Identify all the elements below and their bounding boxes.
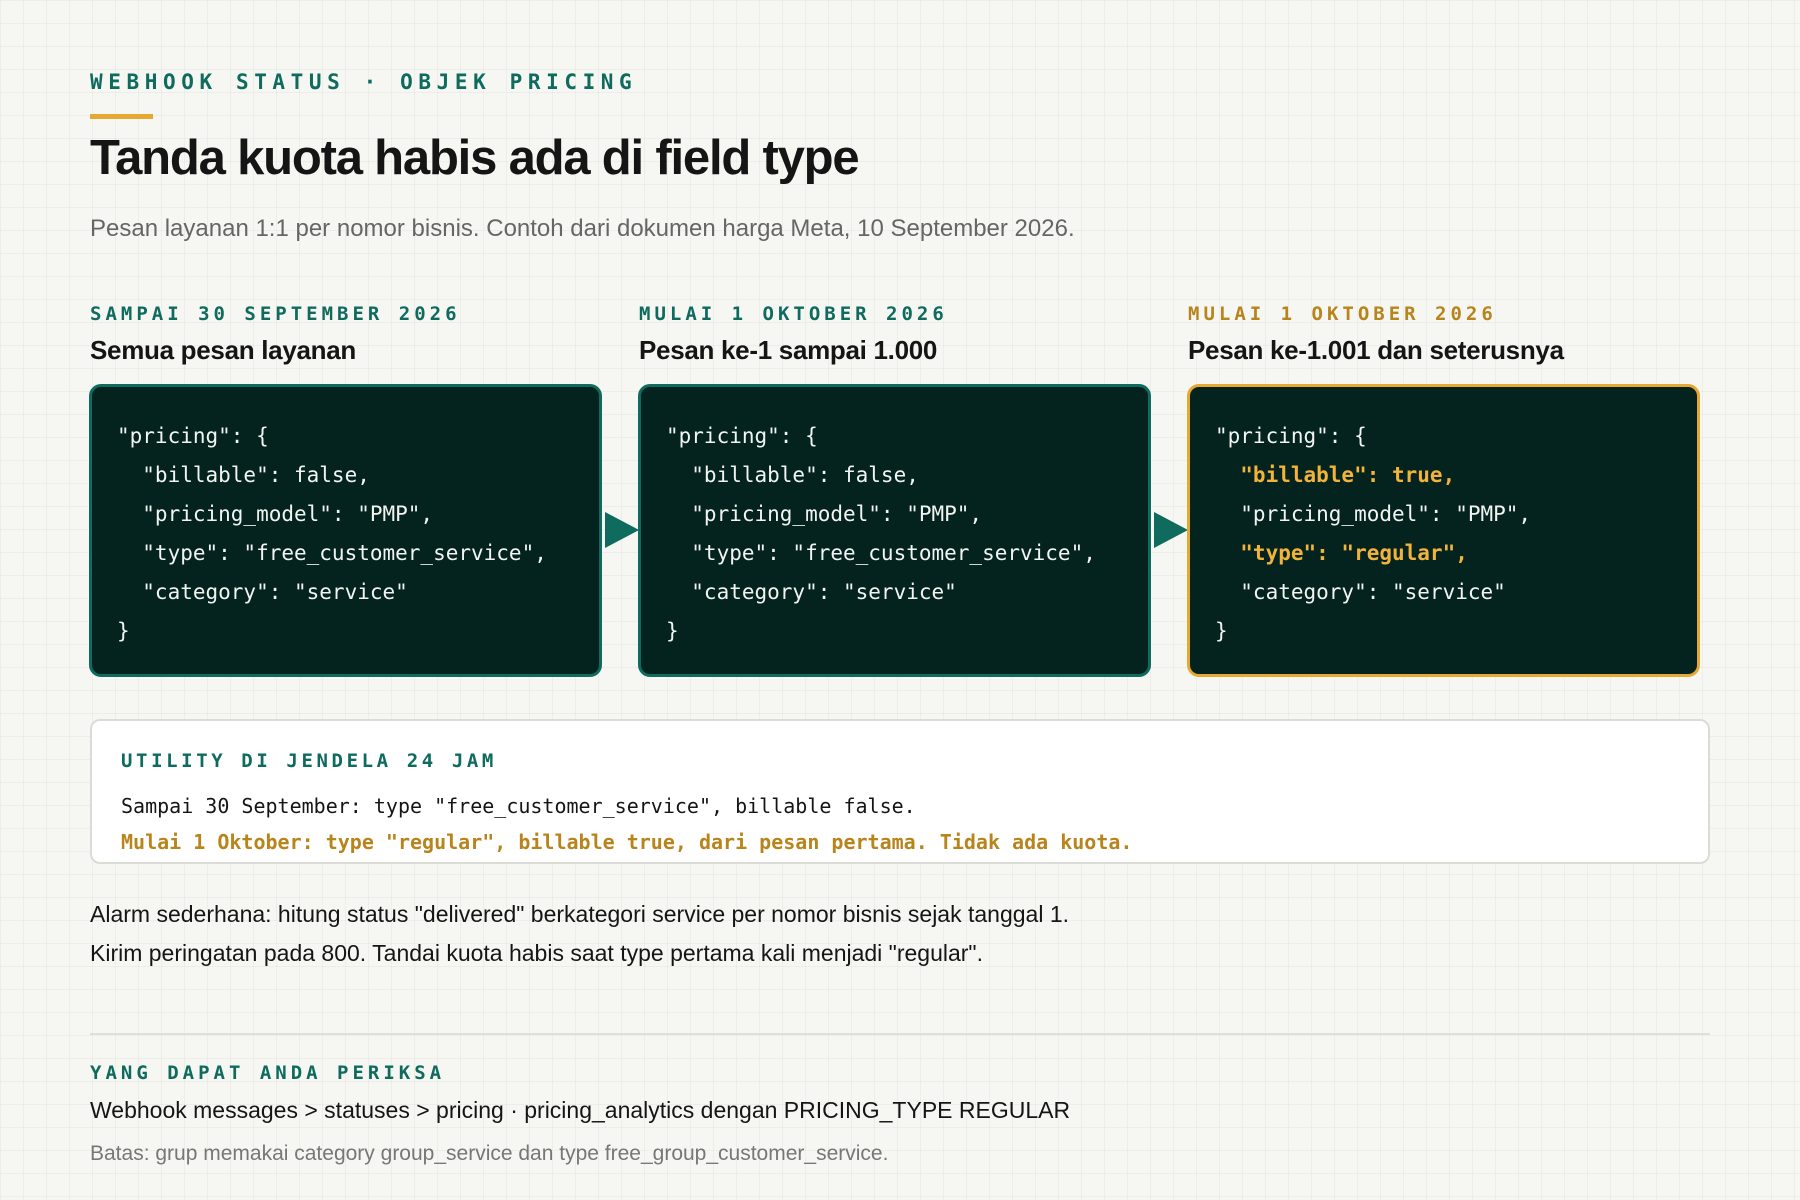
column-2-heading: Pesan ke-1 sampai 1.000 xyxy=(639,335,938,365)
code-line: } xyxy=(1215,619,1228,643)
code-line: "pricing_model": "PMP", xyxy=(1215,502,1532,526)
alarm-text-line-2: Kirim peringatan pada 800. Tandai kuota … xyxy=(90,940,983,966)
column-3-heading: Pesan ke-1.001 dan seterusnya xyxy=(1188,335,1564,365)
code-line: "pricing": { xyxy=(1215,424,1367,448)
note-line-2: Mulai 1 Oktober: type "regular", billabl… xyxy=(121,830,1133,854)
check-title: YANG DAPAT ANDA PERIKSA xyxy=(90,1062,446,1084)
code-line: "pricing_model": "PMP", xyxy=(666,502,983,526)
code-card-3: "pricing": { "billable": true, "pricing_… xyxy=(1187,384,1700,677)
eyebrow-label: WEBHOOK STATUS · OBJEK PRICING xyxy=(90,70,638,94)
utility-note-box: UTILITY DI JENDELA 24 JAM Sampai 30 Sept… xyxy=(90,719,1710,864)
code-line: } xyxy=(117,619,130,643)
limit-note: Batas: grup memakai category group_servi… xyxy=(90,1142,889,1165)
page-title: Tanda kuota habis ada di field type xyxy=(90,131,860,185)
note-title: UTILITY DI JENDELA 24 JAM xyxy=(121,750,497,772)
code-line: "billable": false, xyxy=(666,463,919,487)
page-subtitle: Pesan layanan 1:1 per nomor bisnis. Cont… xyxy=(90,215,1075,242)
code-line: "billable": false, xyxy=(117,463,370,487)
code-line: "category": "service" xyxy=(117,580,408,604)
column-3-date: MULAI 1 OKTOBER 2026 xyxy=(1188,303,1497,325)
code-card-1: "pricing": { "billable": false, "pricing… xyxy=(89,384,602,677)
column-2-date: MULAI 1 OKTOBER 2026 xyxy=(639,303,948,325)
note-line-1: Sampai 30 September: type "free_customer… xyxy=(121,794,916,818)
column-1-date: SAMPAI 30 SEPTEMBER 2026 xyxy=(90,303,461,325)
code-line: } xyxy=(666,619,679,643)
code-line-highlight: "billable": true, xyxy=(1215,463,1456,487)
divider xyxy=(90,1033,1710,1035)
arrow-right-icon xyxy=(1154,512,1188,548)
code-card-2: "pricing": { "billable": false, "pricing… xyxy=(638,384,1151,677)
code-line: "category": "service" xyxy=(666,580,957,604)
code-line: "pricing": { xyxy=(666,424,818,448)
code-line-highlight: "type": "regular", xyxy=(1215,541,1468,565)
accent-rule xyxy=(90,114,153,119)
check-line: Webhook messages > statuses > pricing · … xyxy=(90,1097,1071,1123)
code-line: "pricing": { xyxy=(117,424,269,448)
code-line: "type": "free_customer_service", xyxy=(666,541,1096,565)
code-line: "pricing_model": "PMP", xyxy=(117,502,434,526)
alarm-text-line-1: Alarm sederhana: hitung status "delivere… xyxy=(90,901,1070,927)
column-1-heading: Semua pesan layanan xyxy=(90,335,356,365)
code-line: "type": "free_customer_service", xyxy=(117,541,547,565)
arrow-right-icon xyxy=(605,512,639,548)
code-line: "category": "service" xyxy=(1215,580,1506,604)
